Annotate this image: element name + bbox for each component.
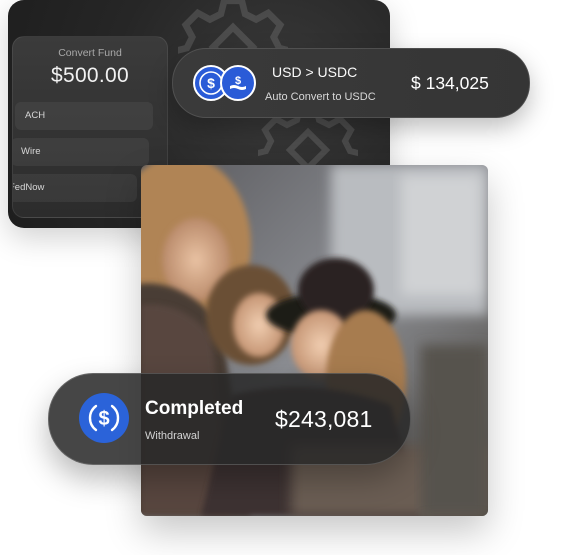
transaction-amount: $243,081 xyxy=(275,406,373,432)
method-option-ach[interactable]: ACH xyxy=(15,102,153,130)
usdc-coin-icon: $ xyxy=(220,65,256,101)
convert-fund-amount: $500.00 xyxy=(50,64,129,87)
convert-fund-title: Convert Fund xyxy=(58,47,122,59)
method-option-wire[interactable]: Wire xyxy=(13,138,149,166)
usdc-coin-icon: $ xyxy=(79,393,129,443)
auto-convert-pill: $ $ USD > USDC Auto Convert to USDC $ 13… xyxy=(172,48,530,118)
transaction-type: Withdrawal xyxy=(145,430,200,442)
conversion-amount: $ 134,025 xyxy=(411,73,489,93)
svg-text:$: $ xyxy=(235,75,241,87)
conversion-title: USD > USDC xyxy=(272,64,358,80)
svg-text:$: $ xyxy=(98,408,109,430)
transaction-completed-pill: $ Completed Withdrawal $243,081 xyxy=(48,373,411,465)
method-option-fednow[interactable]: FedNow xyxy=(13,174,137,202)
transaction-status: Completed xyxy=(145,398,244,419)
svg-text:$: $ xyxy=(207,75,215,91)
conversion-subtitle: Auto Convert to USDC xyxy=(265,91,376,103)
